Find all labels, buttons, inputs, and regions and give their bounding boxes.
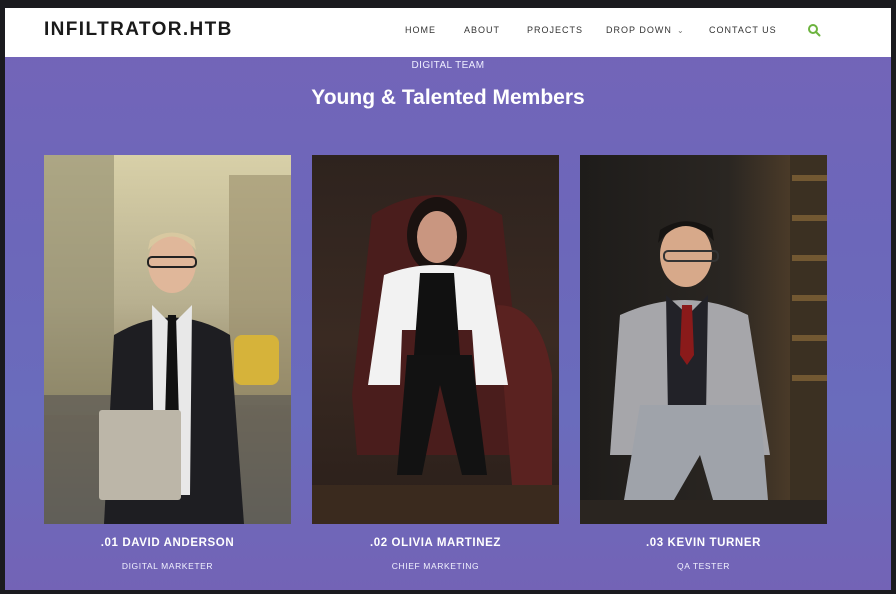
section-subtitle: DIGITAL TEAM: [411, 60, 485, 71]
member-role: DIGITAL MARKETER: [121, 561, 214, 571]
page-frame: INFILTRATOR.HTB HOME ABOUT PROJECTS DROP…: [5, 8, 891, 590]
nav-projects[interactable]: PROJECTS: [527, 25, 583, 35]
brand-logo[interactable]: INFILTRATOR.HTB: [44, 19, 233, 41]
nav-dropdown[interactable]: DROP DOWN: [606, 25, 672, 35]
search-icon[interactable]: [807, 23, 821, 37]
member-photo: [44, 155, 291, 524]
member-photo-illustration: [312, 195, 559, 524]
member-name: .01 DAVID ANDERSON: [100, 537, 235, 549]
member-role: QA TESTER: [677, 561, 730, 571]
member-name: .03 KEVIN TURNER: [645, 537, 762, 549]
team-card: .03 KEVIN TURNER QA TESTER: [580, 155, 827, 571]
member-photo-illustration: [44, 155, 291, 524]
team-card: .01 DAVID ANDERSON DIGITAL MARKETER: [44, 155, 291, 571]
member-name: .02 OLIVIA MARTINEZ: [369, 537, 502, 549]
member-photo-illustration: [580, 155, 827, 524]
navbar: INFILTRATOR.HTB HOME ABOUT PROJECTS DROP…: [5, 8, 891, 57]
nav-home[interactable]: HOME: [405, 25, 436, 35]
member-photo: [580, 155, 827, 524]
section-title: Young & Talented Members: [311, 86, 585, 109]
team-card: .02 OLIVIA MARTINEZ CHIEF MARKETING: [312, 155, 559, 571]
member-photo: [312, 155, 559, 524]
chevron-down-icon[interactable]: ⌄: [677, 26, 684, 35]
nav-about[interactable]: ABOUT: [464, 25, 500, 35]
nav-contact[interactable]: CONTACT US: [709, 25, 777, 35]
member-role: CHIEF MARKETING: [391, 561, 480, 571]
